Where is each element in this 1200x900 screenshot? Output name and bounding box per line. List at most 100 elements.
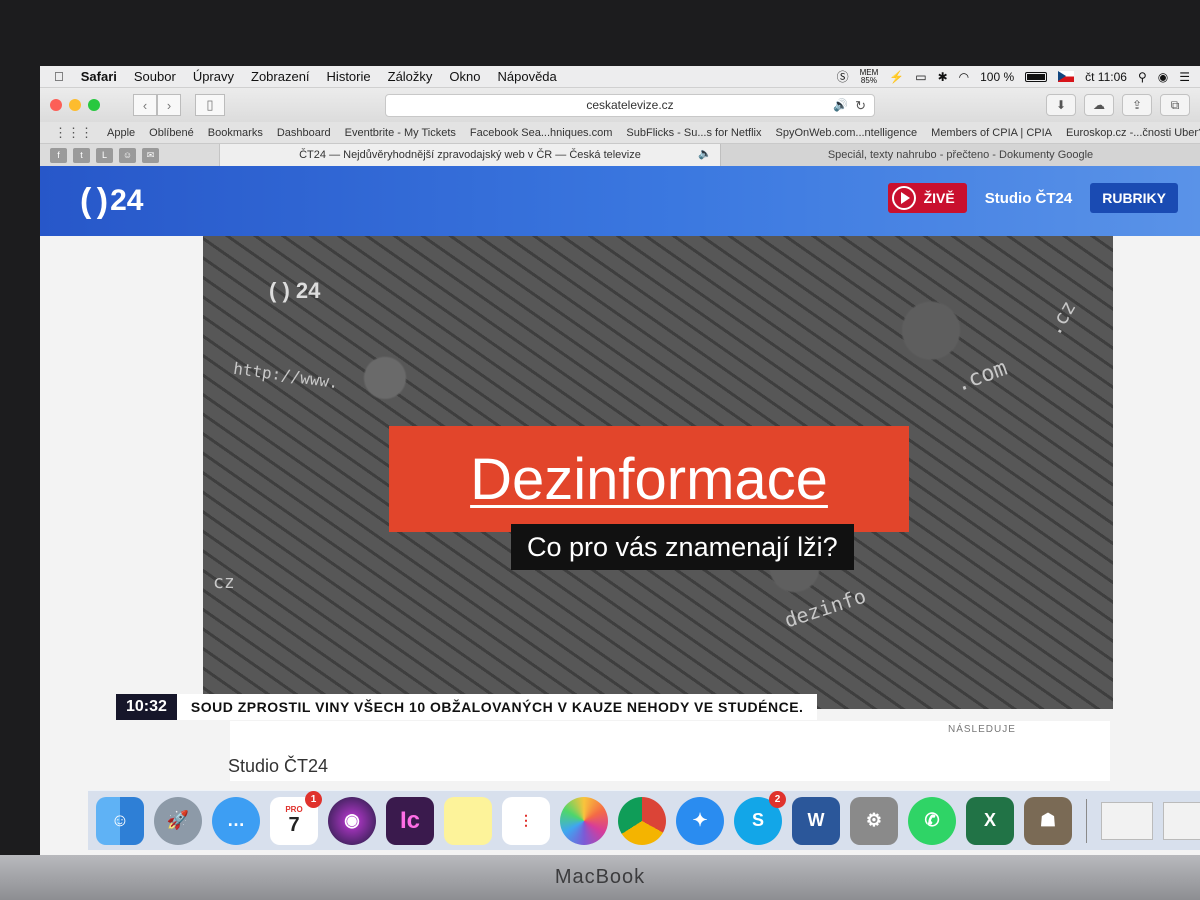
video-ct24-logo: ( ) 24 bbox=[269, 278, 321, 303]
tab-title: ČT24 — Nejdůvěryhodnější zpravodajský we… bbox=[299, 149, 641, 161]
photos-icon[interactable] bbox=[560, 796, 608, 845]
menu-window[interactable]: Okno bbox=[449, 69, 480, 84]
siri-icon[interactable]: ◉ bbox=[328, 796, 376, 845]
battery-icon[interactable] bbox=[1025, 71, 1048, 82]
doodle-text: dezinfo bbox=[781, 583, 869, 633]
address-bar[interactable]: ceskatelevize.cz 🔊 ↻ bbox=[385, 93, 875, 117]
top-sites-grid-icon[interactable]: ⋮⋮⋮ bbox=[54, 125, 93, 141]
siri-icon[interactable]: ◉ bbox=[1158, 70, 1168, 84]
incopy-icon[interactable]: Ic bbox=[386, 796, 434, 845]
bookmark-item[interactable]: Dashboard bbox=[277, 127, 331, 139]
bookmark-item[interactable]: Apple bbox=[107, 127, 135, 139]
video-player[interactable]: ( ) 24 http://www. .com .cz cz dezinfo D… bbox=[203, 236, 1113, 709]
doodle-text: .com bbox=[952, 355, 1011, 398]
reminders-icon[interactable]: ⋮ bbox=[502, 796, 550, 845]
tab-bar: f t L ☺ ✉ ČT24 — Nejdůvěryhodnější zprav… bbox=[40, 144, 1200, 166]
news-ticker: 10:32 SOUD ZPROSTIL VINY VŠECH 10 OBŽALO… bbox=[116, 694, 818, 720]
bookmark-item[interactable]: Members of CPIA | CPIA bbox=[931, 127, 1052, 139]
ct24-logo[interactable]: ( ) 24 bbox=[80, 184, 143, 218]
main-content: ( ) 24 http://www. .com .cz cz dezinfo D… bbox=[40, 236, 1200, 856]
zoom-window-icon[interactable] bbox=[88, 99, 100, 111]
address-url: ceskatelevize.cz bbox=[586, 98, 674, 112]
power-icon[interactable]: ⚡ bbox=[889, 70, 904, 84]
bookmark-item[interactable]: Eventbrite - My Tickets bbox=[345, 127, 456, 139]
menu-view[interactable]: Zobrazení bbox=[251, 69, 310, 84]
downloads-button[interactable]: ⬇ bbox=[1046, 94, 1076, 116]
calendar-icon[interactable]: PRO 7 1 bbox=[270, 790, 322, 845]
video-subtitle: Co pro vás znamenají lži? bbox=[527, 531, 838, 562]
menubar:  Safari Soubor Úpravy Zobrazení Histori… bbox=[40, 66, 1200, 88]
header-actions: ŽIVĚ Studio ČT24 RUBRIKY bbox=[887, 183, 1178, 213]
rubriky-button[interactable]: RUBRIKY bbox=[1090, 183, 1178, 213]
tab-audio-icon[interactable]: 🔈 bbox=[698, 147, 712, 160]
studio-caption: Studio ČT24 bbox=[228, 756, 329, 776]
bookmark-item[interactable]: Facebook Sea...hniques.com bbox=[470, 127, 612, 139]
close-window-icon[interactable] bbox=[50, 99, 62, 111]
menu-file[interactable]: Soubor bbox=[134, 69, 176, 84]
menu-help[interactable]: Nápověda bbox=[498, 69, 557, 84]
spotlight-icon[interactable]: ⚲ bbox=[1138, 70, 1147, 84]
sidebar-toggle-button[interactable]: ▯ bbox=[195, 94, 225, 116]
tab-google-docs[interactable]: Speciál, texty nahrubo - přečteno - Doku… bbox=[720, 144, 1200, 166]
gimp-icon[interactable]: ☗ bbox=[1024, 796, 1072, 845]
finder-icon[interactable]: ☺ bbox=[96, 796, 144, 845]
twitter-icon[interactable]: t bbox=[73, 147, 90, 163]
live-button[interactable]: ŽIVĚ bbox=[887, 183, 967, 213]
memory-indicator[interactable]: MEM 85% bbox=[860, 68, 879, 85]
doodle-text: cz bbox=[213, 572, 235, 593]
dock-separator bbox=[1086, 798, 1087, 843]
back-button[interactable]: ‹ bbox=[133, 94, 157, 116]
menu-history[interactable]: Historie bbox=[327, 69, 371, 84]
dock: ☺ 🚀 … PRO 7 1 ◉ Ic ⋮ ✦ S 2 W ⚙ ✆ X ☗ bbox=[88, 790, 1200, 850]
chrome-icon[interactable] bbox=[618, 796, 666, 845]
system-preferences-icon[interactable]: ⚙ bbox=[850, 796, 898, 845]
excel-icon[interactable]: X bbox=[966, 796, 1014, 845]
word-icon[interactable]: W bbox=[792, 796, 840, 845]
battery-percent[interactable]: 100 % bbox=[980, 70, 1014, 84]
icloud-tabs-button[interactable]: ☁ bbox=[1084, 94, 1114, 116]
input-source-flag-icon[interactable] bbox=[1058, 71, 1075, 82]
calendar-badge: 1 bbox=[305, 790, 322, 808]
audio-playing-icon[interactable]: 🔊 bbox=[833, 98, 848, 112]
minimized-window-thumbnail[interactable] bbox=[1101, 801, 1153, 840]
menu-edit[interactable]: Úpravy bbox=[193, 69, 234, 84]
video-title-box: Dezinformace bbox=[389, 426, 909, 532]
skype-badge: 2 bbox=[769, 790, 786, 808]
site-header: ( ) 24 ŽIVĚ Studio ČT24 RUBRIKY bbox=[40, 166, 1200, 236]
ticker-text: SOUD ZPROSTIL VINY VŠECH 10 OBŽALOVANÝCH… bbox=[176, 694, 818, 720]
mail-icon[interactable]: ✉ bbox=[142, 147, 159, 163]
video-title: Dezinformace bbox=[470, 446, 828, 512]
airplay-icon[interactable]: ▭ bbox=[915, 70, 926, 84]
notes-icon[interactable] bbox=[444, 796, 492, 845]
facebook-icon[interactable]: f bbox=[50, 147, 67, 163]
share-button[interactable]: ⇪ bbox=[1122, 94, 1152, 116]
clock[interactable]: čt 11:06 bbox=[1085, 70, 1127, 84]
bookmark-item[interactable]: Euroskop.cz -...čnosti Uber? bbox=[1066, 127, 1200, 139]
bookmark-item[interactable]: Oblíbené bbox=[149, 127, 194, 139]
launchpad-icon[interactable]: 🚀 bbox=[154, 796, 202, 845]
screen:  Safari Soubor Úpravy Zobrazení Histori… bbox=[40, 66, 1200, 856]
apple-icon[interactable]:  bbox=[54, 69, 64, 84]
bookmark-item[interactable]: SpyOnWeb.com...ntelligence bbox=[776, 127, 918, 139]
notification-center-icon[interactable]: ☰ bbox=[1179, 70, 1190, 84]
bookmark-item[interactable]: SubFlicks - Su...s for Netflix bbox=[626, 127, 761, 139]
menu-bookmarks[interactable]: Záložky bbox=[388, 69, 433, 84]
safari-icon[interactable]: ✦ bbox=[676, 796, 724, 845]
bluetooth-icon[interactable]: ✱ bbox=[938, 70, 948, 84]
bookmark-item[interactable]: Bookmarks bbox=[208, 127, 263, 139]
skype-icon[interactable]: S 2 bbox=[734, 790, 786, 845]
studio-ct24-link[interactable]: Studio ČT24 bbox=[975, 190, 1083, 207]
minimized-window-thumbnail[interactable] bbox=[1163, 801, 1200, 840]
reload-icon[interactable]: ↻ bbox=[855, 98, 866, 114]
linkedin-icon[interactable]: L bbox=[96, 147, 113, 163]
forward-button[interactable]: › bbox=[157, 94, 181, 116]
skype-status-icon[interactable]: Ⓢ bbox=[837, 68, 849, 85]
whatsapp-icon[interactable]: ✆ bbox=[908, 796, 956, 845]
menu-app-name[interactable]: Safari bbox=[81, 69, 117, 84]
show-tabs-button[interactable]: ⧉ bbox=[1160, 94, 1190, 116]
tab-ct24[interactable]: ČT24 — Nejdůvěryhodnější zpravodajský we… bbox=[220, 144, 720, 166]
messages-icon[interactable]: … bbox=[212, 796, 260, 845]
minimize-window-icon[interactable] bbox=[69, 99, 81, 111]
user-icon[interactable]: ☺ bbox=[119, 147, 136, 163]
wifi-icon[interactable]: ◠ bbox=[959, 70, 969, 84]
